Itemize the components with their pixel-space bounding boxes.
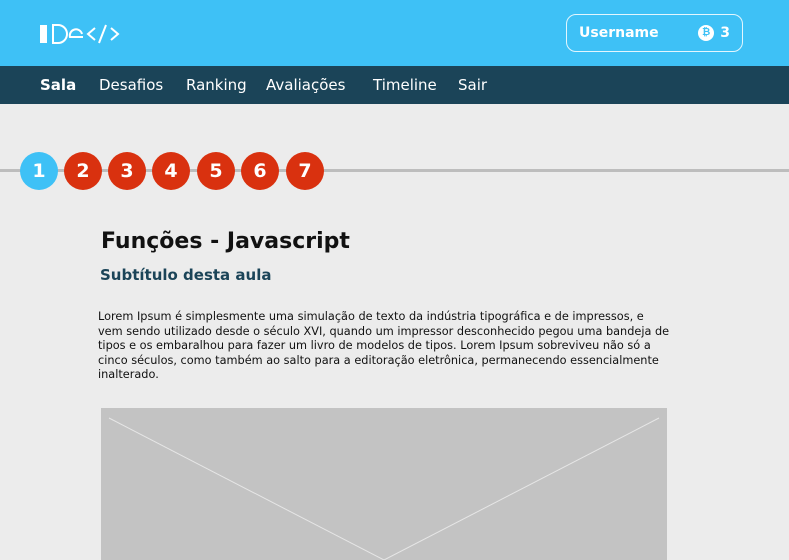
nav-item-desafios[interactable]: Desafios	[99, 66, 163, 104]
step-7[interactable]: 7	[286, 152, 324, 190]
step-4[interactable]: 4	[152, 152, 190, 190]
bitcoin-icon: ₿	[698, 25, 715, 41]
nav-item-avaliacoes[interactable]: Avaliações	[266, 66, 345, 104]
nav-item-ranking[interactable]: Ranking	[186, 66, 247, 104]
step-5[interactable]: 5	[197, 152, 235, 190]
nav-item-timeline[interactable]: Timeline	[373, 66, 437, 104]
step-6[interactable]: 6	[241, 152, 279, 190]
lesson-subtitle: Subtítulo desta aula	[100, 266, 272, 284]
user-menu[interactable]: Username ₿ 3	[566, 14, 743, 52]
lesson-media-placeholder	[101, 408, 667, 560]
main-nav: Sala Desafios Ranking Avaliações Timelin…	[0, 66, 789, 104]
username-label: Username	[579, 25, 659, 41]
coin-symbol: ₿	[702, 27, 711, 38]
step-1[interactable]: 1	[20, 152, 58, 190]
image-placeholder-icon	[108, 417, 660, 560]
lesson-body: Lorem Ipsum é simplesmente uma simulação…	[98, 310, 670, 382]
logo[interactable]	[40, 22, 126, 46]
nav-item-sair[interactable]: Sair	[458, 66, 487, 104]
nav-item-sala[interactable]: Sala	[40, 66, 76, 104]
top-bar: Username ₿ 3	[0, 0, 789, 66]
step-2[interactable]: 2	[64, 152, 102, 190]
lesson-title: Funções - Javascript	[101, 229, 350, 254]
step-3[interactable]: 3	[108, 152, 146, 190]
logo-icon	[40, 24, 120, 44]
coin-count: 3	[720, 25, 730, 41]
